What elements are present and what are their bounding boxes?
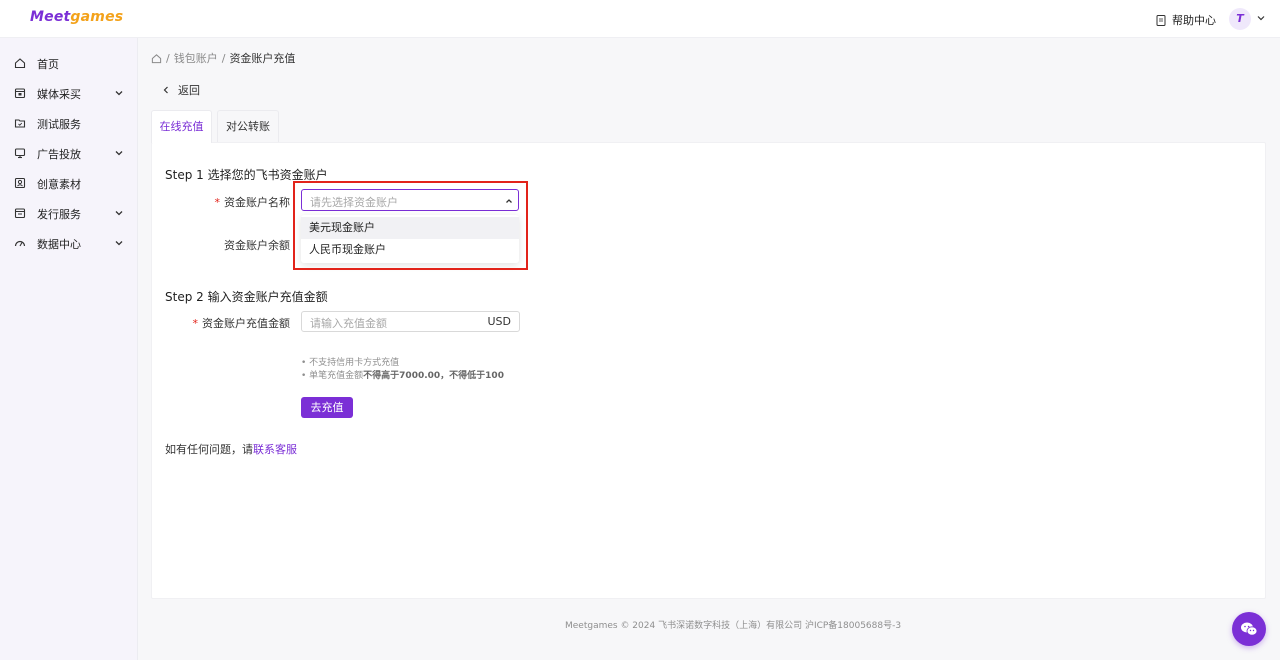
chevron-down-icon [115,151,123,156]
amount-placeholder: 请输入充值金额 [310,317,387,330]
sidebar-item-data[interactable]: 数据中心 [0,231,138,255]
top-header: Meetgames 帮助中心 T [0,0,1280,38]
contact-support-link[interactable]: 联系客服 [253,443,297,456]
note-amount-limit: • 单笔充值金额不得高于7000.00，不得低于100 [301,371,504,381]
chevron-left-icon [163,86,168,94]
breadcrumb-separator: / [166,51,170,65]
sidebar-item-publish[interactable]: 发行服务 [0,201,138,225]
sidebar-item-label: 创意素材 [37,178,81,191]
sidebar-item-label: 首页 [37,58,59,71]
help-center-link[interactable]: 帮助中心 [1156,12,1216,28]
breadcrumb-wallet[interactable]: 钱包账户 [174,50,218,66]
home-icon[interactable] [151,53,162,64]
back-label: 返回 [178,84,200,97]
currency-unit: USD [487,315,511,328]
sidebar-item-home[interactable]: 首页 [0,51,138,75]
sidebar-item-label: 广告投放 [37,148,81,161]
sidebar: 首页 媒体采买 测试服务 广告投放 创意素材 发行服务 数据中心 [0,38,138,660]
help-center-label: 帮助中心 [1172,14,1216,27]
sidebar-item-ads[interactable]: 广告投放 [0,141,138,165]
sidebar-item-creative[interactable]: 创意素材 [0,171,138,195]
chevron-down-icon [115,211,123,216]
back-button[interactable]: 返回 [162,82,200,98]
recharge-amount-input[interactable]: 请输入充值金额 USD [301,311,520,332]
recharge-submit-button[interactable]: 去充值 [301,397,353,418]
chevron-down-icon [115,241,123,246]
media-icon [14,88,26,99]
sidebar-item-media[interactable]: 媒体采买 [0,81,138,105]
account-name-label: * 资金账户名称 [214,196,291,209]
required-marker: * [214,196,221,209]
chevron-down-icon [115,91,123,96]
avatar[interactable]: T [1229,8,1251,30]
account-balance-label: 资金账户余额 [224,239,290,252]
note-no-credit-card: • 不支持信用卡方式充值 [301,358,400,368]
sidebar-item-label: 媒体采买 [37,88,81,101]
footer-copyright: Meetgames © 2024 飞书深诺数字科技（上海）有限公司 沪ICP备1… [565,621,902,631]
wechat-icon [1241,622,1258,636]
breadcrumb-current: 资金账户充值 [229,52,296,65]
chat-button[interactable] [1232,612,1266,646]
sidebar-item-label: 发行服务 [37,208,81,221]
highlight-box [293,181,528,270]
sidebar-item-label: 测试服务 [37,118,81,131]
creative-icon [14,177,26,189]
tab-online-recharge[interactable]: 在线充值 [151,110,212,143]
step2-title: Step 2 输入资金账户充值金额 [165,290,328,304]
publish-icon [14,208,26,219]
chevron-down-icon[interactable] [1257,14,1265,22]
contact-text: 如有任何问题，请联系客服 [165,443,297,456]
breadcrumb: / 钱包账户 / 资金账户充值 [151,50,295,66]
data-icon [14,240,26,247]
folder-icon [14,119,26,128]
ad-icon [14,148,26,159]
recharge-amount-label: * 资金账户充值金额 [192,317,291,330]
sidebar-item-testing[interactable]: 测试服务 [0,111,138,135]
breadcrumb-separator: / [221,51,226,65]
logo[interactable]: Meetgames [30,9,123,25]
tab-corporate-transfer[interactable]: 对公转账 [217,110,279,143]
document-icon [1156,14,1166,26]
home-icon [14,58,26,69]
required-marker: * [192,317,199,330]
sidebar-item-label: 数据中心 [37,238,81,251]
